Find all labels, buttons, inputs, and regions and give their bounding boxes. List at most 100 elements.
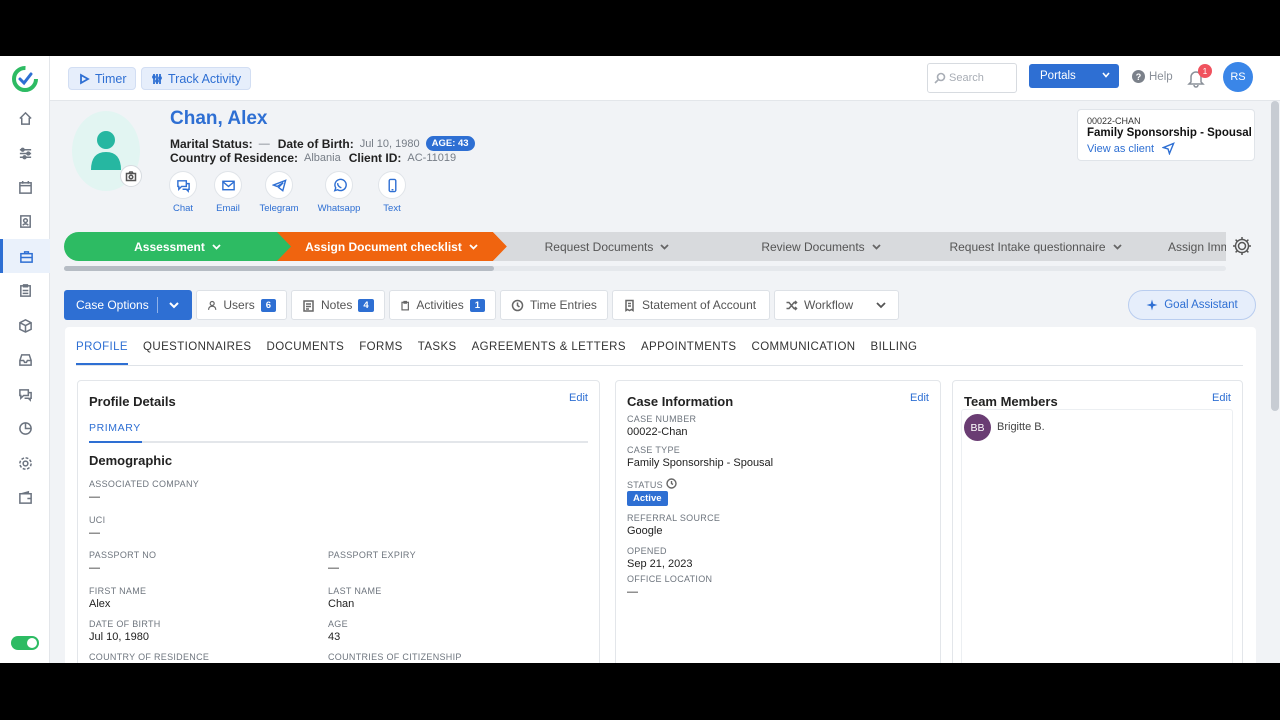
nav-calendar-icon[interactable] xyxy=(0,170,50,204)
case-card-type: Family Sponsorship - Spousal xyxy=(1087,127,1252,139)
activities-button[interactable]: Activities 1 xyxy=(389,290,496,320)
receipt-icon xyxy=(625,299,634,312)
stage-review-documents[interactable]: Review Documents xyxy=(707,232,936,261)
statement-label: Statement of Account xyxy=(642,298,757,312)
statement-of-account-button[interactable]: Statement of Account xyxy=(612,290,770,320)
upload-photo-button[interactable] xyxy=(120,165,142,187)
team-members-title: Team Members xyxy=(964,394,1058,409)
time-entries-button[interactable]: Time Entries xyxy=(500,290,608,320)
field-value: Family Sponsorship - Spousal xyxy=(627,457,774,469)
track-activity-button[interactable]: Track Activity xyxy=(141,67,252,90)
view-as-client-link[interactable]: View as client xyxy=(1087,142,1245,155)
play-icon xyxy=(80,72,90,85)
field-label: COUNTRY OF RESIDENCE xyxy=(89,652,210,662)
tab-appointments[interactable]: APPOINTMENTS xyxy=(641,341,737,365)
sliders-icon xyxy=(152,73,162,84)
status-history-icon[interactable] xyxy=(666,476,677,489)
notifications-button[interactable]: 1 xyxy=(1186,64,1212,88)
tab-profile[interactable]: PROFILE xyxy=(76,341,129,365)
case-content-panel: PROFILE QUESTIONNAIRES DOCUMENTS FORMS T… xyxy=(65,327,1256,663)
page-scrollbar[interactable] xyxy=(1270,101,1280,663)
help-link[interactable]: ? Help xyxy=(1132,70,1173,83)
field-label: PASSPORT NO xyxy=(89,550,157,560)
team-edit-link[interactable]: Edit xyxy=(1212,392,1231,404)
stages-scrollbar[interactable] xyxy=(64,266,1226,271)
tab-forms[interactable]: FORMS xyxy=(359,341,403,365)
nav-wallet-icon[interactable] xyxy=(0,480,50,514)
telegram-icon xyxy=(271,178,287,192)
workflow-button[interactable]: Workflow xyxy=(774,290,865,320)
primary-tab-underline xyxy=(89,441,588,443)
client-meta-row-1: Marital Status: — Date of Birth: Jul 10,… xyxy=(170,136,475,151)
team-member-avatar[interactable]: BB xyxy=(964,414,991,441)
tab-documents[interactable]: DOCUMENTS xyxy=(267,341,345,365)
notification-count-badge: 1 xyxy=(1198,64,1212,78)
country-value: Albania xyxy=(304,152,341,164)
portals-label: Portals xyxy=(1040,70,1076,82)
send-icon xyxy=(1162,142,1175,155)
tab-questionnaires[interactable]: QUESTIONNAIRES xyxy=(143,341,251,365)
contact-telegram-button[interactable]: Telegram xyxy=(254,171,304,214)
tab-agreements-letters[interactable]: AGREEMENTS & LETTERS xyxy=(472,341,626,365)
stage-request-documents[interactable]: Request Documents xyxy=(493,232,722,261)
contact-chat-button[interactable]: Chat xyxy=(158,171,208,214)
workflow-settings-button[interactable] xyxy=(1231,235,1253,257)
field-value: — xyxy=(89,491,100,503)
tab-tasks[interactable]: TASKS xyxy=(418,341,457,365)
nav-settings-icon[interactable] xyxy=(0,446,50,480)
timer-label: Timer xyxy=(95,71,127,86)
contact-label: Whatsapp xyxy=(317,203,361,214)
field-label: CASE TYPE xyxy=(627,445,681,455)
demographic-heading: Demographic xyxy=(89,453,173,468)
workflow-dropdown-toggle[interactable] xyxy=(864,290,899,320)
stage-assign-document-checklist[interactable]: Assign Document checklist xyxy=(277,232,507,261)
phone-icon xyxy=(388,178,396,192)
search-input[interactable]: Search xyxy=(927,63,1017,93)
theme-toggle[interactable] xyxy=(11,636,39,650)
scrollbar-thumb[interactable] xyxy=(1271,101,1279,411)
contact-whatsapp-button[interactable]: Whatsapp xyxy=(314,171,364,214)
stage-assessment[interactable]: Assessment xyxy=(64,232,292,261)
search-icon xyxy=(934,72,946,84)
nav-messages-icon[interactable] xyxy=(0,377,50,411)
contact-text-button[interactable]: Text xyxy=(367,171,417,214)
timer-button[interactable]: Timer xyxy=(68,67,137,90)
nav-package-icon[interactable] xyxy=(0,308,50,342)
stages-scrollbar-thumb[interactable] xyxy=(64,266,494,271)
chevron-down-icon xyxy=(468,241,479,252)
case-options-dropdown[interactable]: Case Options xyxy=(64,290,192,320)
team-members-card: Team Members Edit BB Brigitte B. xyxy=(952,380,1243,663)
tab-billing[interactable]: BILLING xyxy=(871,341,918,365)
contact-email-button[interactable]: Email xyxy=(203,171,253,214)
stage-request-intake-questionnaire[interactable]: Request Intake questionnaire xyxy=(921,232,1151,261)
nav-sliders-icon[interactable] xyxy=(0,136,50,170)
field-label: REFERRAL SOURCE xyxy=(627,513,721,523)
field-value: Chan xyxy=(328,598,355,610)
workflow-label: Workflow xyxy=(804,298,854,312)
clipboard-icon xyxy=(401,300,409,310)
user-avatar[interactable]: RS xyxy=(1223,62,1253,92)
profile-edit-link[interactable]: Edit xyxy=(569,392,588,404)
nav-inbox-icon[interactable] xyxy=(0,342,50,376)
goal-assistant-button[interactable]: Goal Assistant xyxy=(1128,290,1256,320)
chat-icon xyxy=(176,179,190,193)
notes-label: Notes xyxy=(321,298,353,312)
users-button[interactable]: Users 6 xyxy=(196,290,287,320)
nav-reports-icon[interactable] xyxy=(0,411,50,445)
nav-clipboard-icon[interactable] xyxy=(0,273,50,307)
age-badge: AGE: 43 xyxy=(425,136,475,151)
stage-label: Assign Imm xyxy=(1168,239,1226,254)
case-info-edit-link[interactable]: Edit xyxy=(910,392,929,404)
chevron-down-icon xyxy=(211,241,222,252)
app-logo-icon[interactable] xyxy=(12,66,38,92)
nav-home-icon[interactable] xyxy=(0,101,50,135)
nav-contacts-icon[interactable] xyxy=(0,204,50,238)
portals-dropdown[interactable]: Portals xyxy=(1029,64,1119,88)
email-icon xyxy=(221,180,235,190)
notes-button[interactable]: Notes 4 xyxy=(291,290,385,320)
team-members-list xyxy=(961,409,1233,663)
tab-communication[interactable]: COMMUNICATION xyxy=(751,341,855,365)
tab-primary[interactable]: PRIMARY xyxy=(89,422,141,434)
nav-cases-icon[interactable] xyxy=(0,239,50,273)
chevron-down-icon xyxy=(876,302,886,309)
